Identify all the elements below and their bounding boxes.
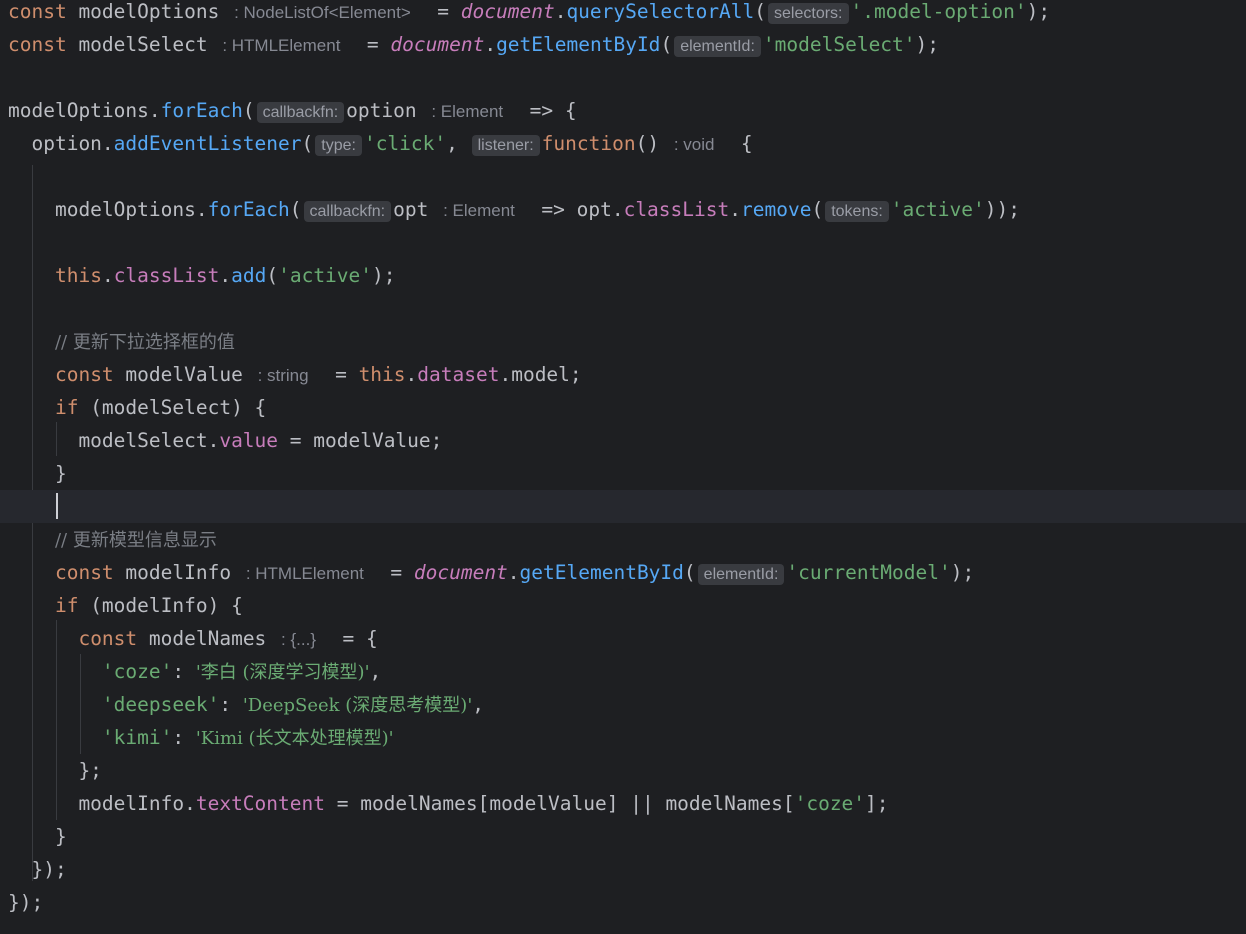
param-hint: listener:: [471, 135, 540, 156]
code-line[interactable]: modelOptions.forEach(callbackfn: opt : El…: [0, 193, 1246, 226]
code-line[interactable]: 'deepseek': 'DeepSeek (深度思考模型)',: [0, 688, 1246, 721]
param-hint: callbackfn:: [303, 201, 392, 222]
code-line[interactable]: // 更新模型信息显示: [0, 523, 1246, 556]
code-line[interactable]: option.addEventListener(type:'click', li…: [0, 127, 1246, 160]
code-comment: // 更新模型信息显示: [54, 530, 217, 551]
type-hint: : HTMLElement: [245, 564, 364, 583]
current-line[interactable]: [0, 490, 1246, 523]
code-line[interactable]: 'coze': '李白 (深度学习模型)',: [0, 655, 1246, 688]
code-line[interactable]: // 更新下拉选择框的值: [0, 325, 1246, 358]
code-line[interactable]: if (modelInfo) {: [0, 589, 1246, 622]
code-editor[interactable]: const modelOptions : NodeListOf<Element>…: [0, 0, 1246, 934]
code-line[interactable]: });: [0, 886, 1246, 919]
type-hint: : {...}: [281, 630, 317, 649]
code-line[interactable]: modelSelect.value = modelValue;: [0, 424, 1246, 457]
code-line[interactable]: const modelOptions : NodeListOf<Element>…: [0, 0, 1246, 28]
code-comment: // 更新下拉选择框的值: [54, 332, 235, 353]
code-line[interactable]: 'kimi': 'Kimi (长文本处理模型)': [0, 721, 1246, 754]
code-line[interactable]: modelOptions.forEach(callbackfn: option :…: [0, 94, 1246, 127]
code-line[interactable]: if (modelSelect) {: [0, 391, 1246, 424]
type-hint: : Element: [443, 201, 515, 220]
type-hint: : Element: [431, 102, 504, 121]
type-hint: : void: [673, 135, 715, 154]
code-line[interactable]: modelInfo.textContent = modelNames[model…: [0, 787, 1246, 820]
code-line[interactable]: const modelSelect : HTMLElement = docume…: [0, 28, 1246, 61]
code-line[interactable]: const modelInfo : HTMLElement = document…: [0, 556, 1246, 589]
code-line[interactable]: const modelValue : string = this.dataset…: [0, 358, 1246, 391]
code-line[interactable]: }: [0, 457, 1246, 490]
param-hint: tokens:: [825, 201, 889, 222]
param-hint: selectors:: [768, 3, 849, 24]
type-hint: : string: [257, 366, 309, 385]
param-hint: type:: [315, 135, 362, 156]
param-hint: callbackfn:: [256, 102, 345, 123]
type-hint: : NodeListOf<Element>: [234, 3, 411, 22]
code-line[interactable]: }: [0, 820, 1246, 853]
code-line[interactable]: };: [0, 754, 1246, 787]
type-hint: : HTMLElement: [222, 36, 341, 55]
text-cursor: [56, 493, 58, 519]
code-line[interactable]: const modelNames : {...} = {: [0, 622, 1246, 655]
param-hint: elementId:: [674, 36, 761, 57]
param-hint: elementId:: [697, 564, 785, 585]
code-line[interactable]: });: [0, 853, 1246, 886]
code-line[interactable]: this.classList.add('active');: [0, 259, 1246, 292]
